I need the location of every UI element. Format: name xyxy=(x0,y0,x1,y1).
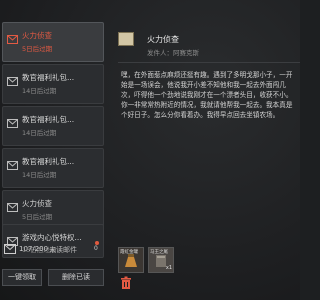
letter-icon xyxy=(118,32,134,46)
envelope-icon xyxy=(7,161,18,170)
mail-list-item[interactable]: 教官福利礼包... 14日后过期 xyxy=(2,64,104,104)
collect-all-button[interactable]: 一键领取 xyxy=(2,269,42,286)
mail-title: 火力侦查 xyxy=(22,31,52,40)
unread-count: 0 xyxy=(94,245,98,252)
mail-title: 教官福利礼包... xyxy=(22,157,75,166)
mail-expiry: 5日后过期 xyxy=(22,213,53,221)
item-icon xyxy=(125,254,137,267)
attachment-quantity: x1 xyxy=(165,265,172,271)
mail-footer: 107/200 未读邮件 0 一键领取 删除已读 xyxy=(0,236,106,300)
mail-list-item[interactable]: 教官福利礼包... 14日后过期 xyxy=(2,106,104,146)
delete-read-button[interactable]: 删除已读 xyxy=(48,269,104,286)
divider xyxy=(118,62,300,63)
mail-list-item[interactable]: 火力侦查 5日后过期 xyxy=(2,22,104,62)
mail-screen: 火力侦查 5日后过期 教官福利礼包... 14日后过期 教官福利礼包... 14… xyxy=(0,0,300,300)
envelope-icon xyxy=(7,119,18,128)
mail-expiry: 14日后过期 xyxy=(22,129,57,137)
mail-subject: 火力侦查 xyxy=(147,35,179,44)
mail-sender: 发件人：阿赛克斯 xyxy=(147,49,199,57)
attachment-item[interactable]: 马王之尾 x1 xyxy=(148,247,174,273)
mail-list-item[interactable]: 教官福利礼包... 14日后过期 xyxy=(2,148,104,188)
mail-list: 火力侦查 5日后过期 教官福利礼包... 14日后过期 教官福利礼包... 14… xyxy=(0,22,106,266)
trash-icon[interactable] xyxy=(120,276,132,290)
attachment-item[interactable]: 霞虹金罐 xyxy=(118,247,144,273)
envelope-icon xyxy=(7,35,18,44)
envelope-icon xyxy=(7,203,18,212)
mail-title: 教官福利礼包... xyxy=(22,73,75,82)
mail-expiry: 14日后过期 xyxy=(22,171,57,179)
envelope-icon xyxy=(7,77,18,86)
mail-body: 嘿，在外面惹点麻烦还挺有趣。遇到了多明戈那小子，一开始是一场误会，他说我开小差不… xyxy=(121,71,293,119)
mail-title: 教官福利礼包... xyxy=(22,115,75,124)
inbox-icon xyxy=(4,244,16,254)
mail-expiry: 14日后过期 xyxy=(22,87,57,95)
unread-label: 未读邮件 xyxy=(49,246,77,254)
notification-dot xyxy=(95,241,99,245)
mail-expiry: 5日后过期 xyxy=(22,45,53,53)
mail-detail: 火力侦查 发件人：阿赛克斯 嘿，在外面惹点麻烦还挺有趣。遇到了多明戈那小子，一开… xyxy=(112,24,300,300)
mail-title: 火力侦查 xyxy=(22,199,52,208)
mail-count: 107/200 xyxy=(19,245,49,253)
